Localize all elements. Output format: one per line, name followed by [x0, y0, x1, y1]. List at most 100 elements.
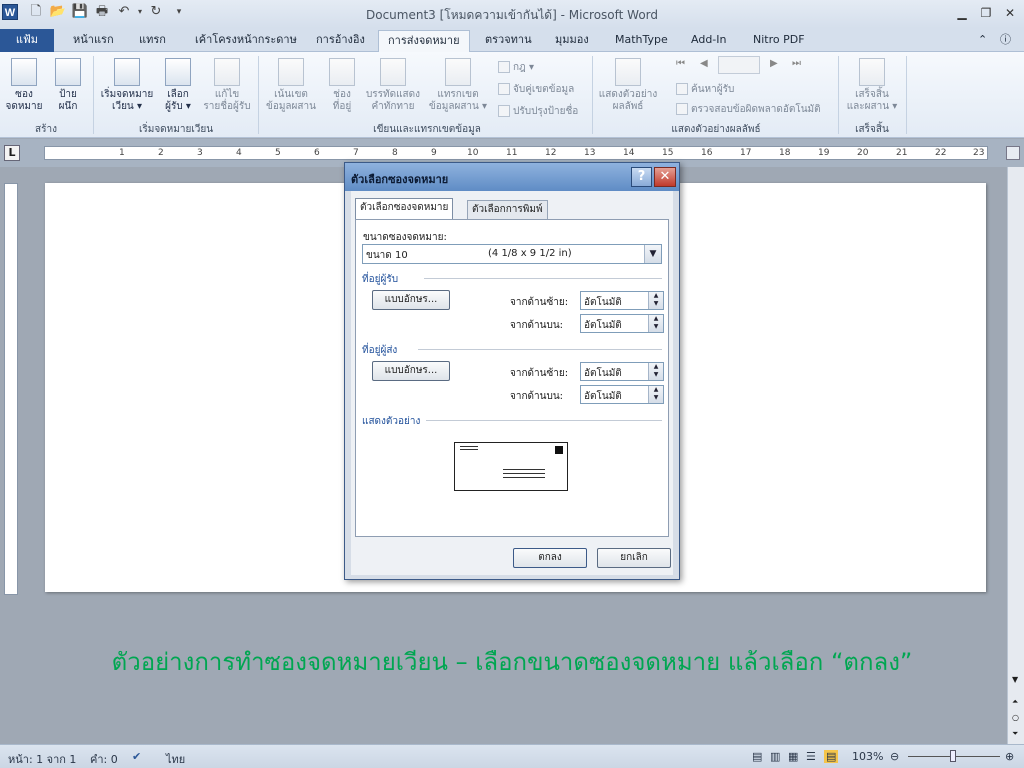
labels-button[interactable]: ป้าย ผนึก [48, 58, 88, 113]
zoom-in-icon[interactable]: ⊕ [1005, 750, 1014, 763]
insert-merge-field-button[interactable]: แทรกเขต ข้อมูลผสาน ▾ [424, 58, 492, 113]
tab-mathtype[interactable]: MathType [606, 30, 677, 52]
previous-page-icon[interactable]: ⏶ [1012, 697, 1018, 707]
collapse-ribbon-icon[interactable]: ⌃ [978, 30, 987, 52]
minimize-icon[interactable]: ▁ [950, 3, 974, 23]
restore-icon[interactable]: ❐ [974, 3, 998, 23]
tab-printing-options[interactable]: ตัวเลือกการพิมพ์ [467, 200, 548, 219]
dialog-help-icon[interactable]: ? [631, 167, 652, 187]
view-ruler-icon[interactable] [1006, 146, 1020, 160]
match-fields-button[interactable]: จับคู่เขตข้อมูล [498, 82, 574, 97]
return-address-line [460, 449, 478, 450]
next-record-icon[interactable]: ▶ [770, 58, 778, 69]
spinner-arrows-icon[interactable]: ▲ ▼ [648, 292, 663, 309]
spinner-arrows-icon[interactable]: ▲ ▼ [648, 363, 663, 380]
section-divider [418, 349, 662, 350]
auto-check-errors-button[interactable]: ตรวจสอบข้อผิดพลาดอัตโนมัติ [676, 102, 821, 117]
envelope-icon [11, 58, 37, 86]
envelope-size-label: ขนาดซองจดหมาย: [363, 232, 447, 243]
next-page-icon[interactable]: ⏷ [1012, 729, 1018, 739]
tab-file[interactable]: แฟ้ม [0, 29, 54, 52]
window-title: Document3 [โหมดความเข้ากันได้] - Microso… [365, 8, 659, 22]
horizontal-ruler[interactable]: 1 2 3 4 5 6 7 8 9 10 11 12 13 14 15 16 1… [44, 146, 988, 160]
word-count[interactable]: คำ: 0 [90, 750, 118, 768]
zoom-level[interactable]: 103% [852, 750, 883, 763]
preview-results-button[interactable]: แสดงตัวอย่าง ผลลัพธ์ [596, 58, 660, 113]
tab-selector-button[interactable]: L [4, 145, 20, 161]
address-block-button[interactable]: ช่อง ที่อยู่ [322, 58, 362, 113]
first-record-icon[interactable]: ⏮ [676, 58, 685, 69]
draft-icon[interactable]: ▤ [824, 750, 839, 763]
delivery-address-line [503, 469, 545, 470]
return-address-line [460, 446, 478, 447]
delivery-from-top-spinner[interactable]: อัตโนมัติ ▲ ▼ [580, 314, 664, 333]
close-icon[interactable]: ✕ [998, 3, 1022, 23]
zoom-out-icon[interactable]: ⊖ [890, 750, 899, 763]
update-labels-button[interactable]: ปรับปรุงป้ายชื่อ [498, 104, 578, 119]
spinner-arrows-icon[interactable]: ▲ ▼ [648, 386, 663, 403]
preview-results-icon [615, 58, 641, 86]
greeting-line-button[interactable]: บรรทัดแสดง คำทักทาย [362, 58, 424, 113]
stamp-icon [555, 446, 563, 454]
full-screen-icon[interactable]: ▥ [770, 750, 780, 763]
delivery-from-left-spinner[interactable]: อัตโนมัติ ▲ ▼ [580, 291, 664, 310]
page-count[interactable]: หน้า: 1 จาก 1 [8, 750, 76, 768]
return-from-left-spinner[interactable]: อัตโนมัติ ▲ ▼ [580, 362, 664, 381]
select-recipients-button[interactable]: เลือก ผู้รับ ▾ [158, 58, 198, 113]
web-layout-icon[interactable]: ▦ [788, 750, 798, 763]
zoom-slider-thumb[interactable] [950, 750, 956, 762]
auto-check-icon [676, 103, 688, 115]
envelope-size-select[interactable]: ขนาด 10 (4 1/8 x 9 1/2 in) ▼ [362, 244, 662, 264]
dialog-body: ตัวเลือกซองจดหมาย ตัวเลือกการพิมพ์ ขนาดซ… [351, 191, 673, 575]
tab-insert[interactable]: แทรก [130, 30, 175, 52]
tab-home[interactable]: หน้าแรก [64, 30, 123, 52]
previous-record-icon[interactable]: ◀ [700, 58, 708, 69]
highlight-merge-fields-button[interactable]: เน้นเขต ข้อมูลผสาน [262, 58, 320, 113]
return-from-top-label: จากด้านบน: [510, 391, 564, 402]
tab-references[interactable]: การอ้างอิง [307, 30, 374, 52]
group-separator [906, 56, 907, 134]
find-recipient-icon [676, 83, 688, 95]
help-icon[interactable]: ⓘ [1000, 30, 1011, 52]
ribbon: ซอง จดหมาย ป้าย ผนึก สร้าง เริ่มจดหมาย เ… [0, 52, 1024, 138]
group-separator [592, 56, 593, 134]
envelopes-button[interactable]: ซอง จดหมาย [4, 58, 44, 113]
dialog-close-icon[interactable]: ✕ [654, 167, 676, 187]
chevron-down-icon[interactable]: ▼ [644, 245, 661, 263]
vertical-ruler[interactable] [4, 183, 18, 595]
start-mail-merge-button[interactable]: เริ่มจดหมาย เวียน ▾ [98, 58, 156, 113]
dialog-title-bar[interactable]: ตัวเลือกซองจดหมาย ? ✕ [345, 163, 679, 191]
tab-mailings[interactable]: การส่งจดหมาย [378, 30, 470, 53]
language-indicator[interactable]: ไทย [166, 750, 185, 768]
delivery-from-left-label: จากด้านซ้าย: [510, 297, 569, 308]
cancel-button[interactable]: ยกเลิก [597, 548, 671, 568]
tab-view[interactable]: มุมมอง [546, 30, 598, 52]
print-layout-icon[interactable]: ▤ [752, 750, 762, 763]
edit-recipient-list-button[interactable]: แก้ไข รายชื่อผู้รับ [200, 58, 254, 113]
return-font-button[interactable]: แบบอักษร... [372, 361, 450, 381]
tab-envelope-options[interactable]: ตัวเลือกซองจดหมาย [355, 198, 454, 220]
last-record-icon[interactable]: ⏭ [792, 58, 801, 69]
outline-icon[interactable]: ☰ [806, 750, 816, 763]
labels-icon [55, 58, 81, 86]
delivery-font-button[interactable]: แบบอักษร... [372, 290, 450, 310]
proofing-icon[interactable]: ✔ [132, 750, 141, 763]
insert-field-icon [445, 58, 471, 86]
dialog-title: ตัวเลือกซองจดหมาย [351, 173, 449, 186]
delivery-address-heading: ที่อยู่ผู้รับ [362, 274, 399, 285]
return-from-top-spinner[interactable]: อัตโนมัติ ▲ ▼ [580, 385, 664, 404]
record-number-input[interactable] [718, 56, 760, 74]
rules-button[interactable]: กฎ ▾ [498, 60, 534, 75]
browse-object-icon[interactable]: ○ [1012, 713, 1019, 722]
tab-review[interactable]: ตรวจทาน [476, 30, 541, 52]
spinner-arrows-icon[interactable]: ▲ ▼ [648, 315, 663, 332]
tab-page-layout[interactable]: เค้าโครงหน้ากระดาษ [186, 30, 306, 52]
tab-add-in[interactable]: Add-In [682, 30, 735, 52]
finish-merge-button[interactable]: เสร็จสิ้น และผสาน ▾ [842, 58, 902, 113]
find-recipient-button[interactable]: ค้นหาผู้รับ [676, 82, 734, 97]
ok-button[interactable]: ตกลง [513, 548, 587, 568]
tab-nitro-pdf[interactable]: Nitro PDF [744, 30, 814, 52]
preview-heading: แสดงตัวอย่าง [362, 416, 421, 427]
highlight-fields-icon [278, 58, 304, 86]
ribbon-tabs: แฟ้ม หน้าแรก แทรก เค้าโครงหน้ากระดาษ การ… [0, 28, 1024, 53]
